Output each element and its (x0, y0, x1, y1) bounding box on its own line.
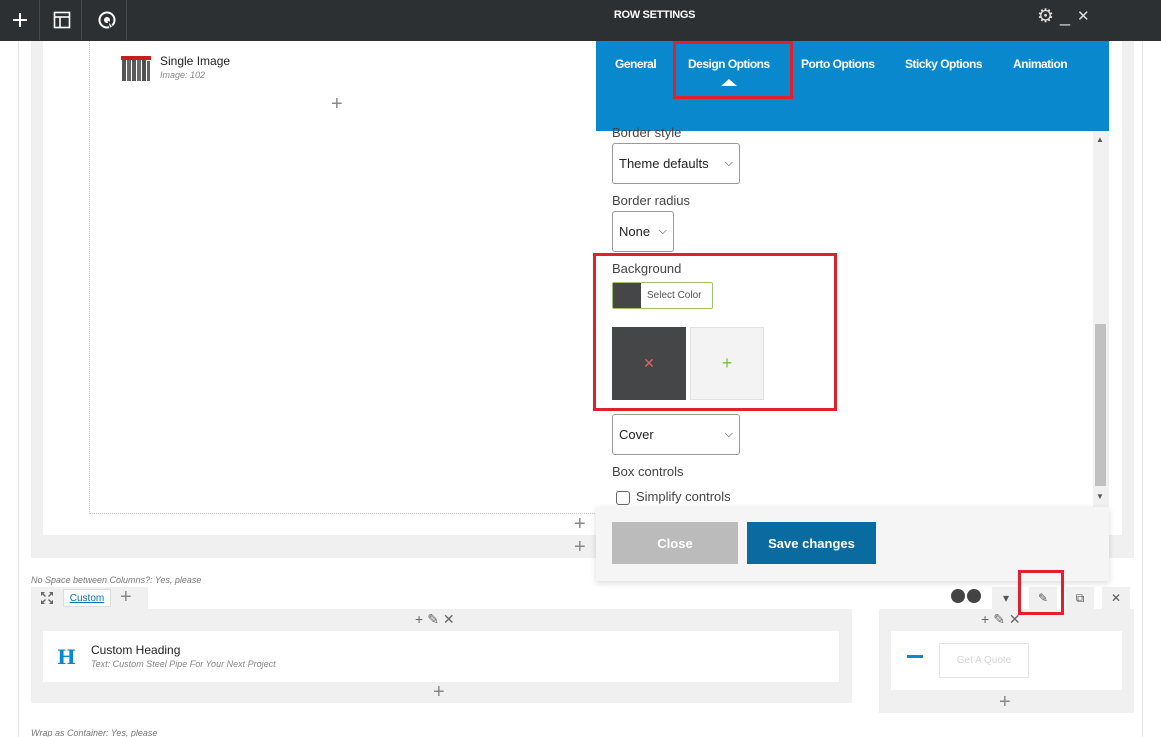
row-note: No Space between Columns?: Yes, please (31, 575, 202, 585)
get-a-quote-button[interactable]: Get A Quote (939, 643, 1029, 678)
close-icon[interactable]: ✕ (443, 611, 455, 628)
column-layout-button[interactable]: Custom (63, 589, 111, 607)
add-element-plus-icon[interactable]: + (574, 514, 586, 534)
column-controls: + ✎ ✕ (981, 611, 1021, 628)
highlight-edit-row (1018, 570, 1064, 615)
border-style-select[interactable]: Theme defaults ⌵ (612, 143, 740, 184)
save-changes-button[interactable]: Save changes (747, 522, 876, 564)
scrollbar-thumb[interactable] (1095, 324, 1106, 486)
border-style-value: Theme defaults (619, 156, 709, 171)
column-controls: + ✎ ✕ (415, 611, 455, 628)
close-button[interactable]: Close (612, 522, 738, 564)
porto-studio-icon[interactable] (87, 0, 127, 40)
gear-icon[interactable]: ⚙ (1037, 5, 1054, 28)
highlight-design-options (673, 41, 793, 99)
scroll-down-icon[interactable]: ▼ (1096, 492, 1104, 501)
chevron-down-icon: ⌵ (724, 428, 733, 440)
minus-icon (907, 655, 923, 658)
border-radius-label: Border radius (612, 193, 691, 208)
modal-title: ROW SETTINGS (613, 9, 696, 21)
chevron-down-icon[interactable]: ▾ (992, 587, 1020, 609)
scroll-up-icon[interactable]: ▲ (1096, 135, 1104, 144)
border-radius-value: None (619, 224, 651, 239)
background-size-value: Cover (619, 427, 654, 442)
background-size-select[interactable]: Cover ⌵ (612, 414, 740, 455)
tab-porto-options[interactable]: Porto Options (801, 57, 875, 71)
single-image-thumbnail[interactable] (121, 53, 151, 81)
edit-icon[interactable]: ✎ (993, 611, 1005, 628)
chevron-down-icon: ⌵ (724, 157, 733, 169)
heading-h-icon: H (57, 645, 76, 669)
minimize-icon[interactable]: _ (1060, 6, 1070, 27)
simplify-controls-checkbox[interactable] (616, 491, 630, 505)
add-element-icon[interactable] (0, 0, 40, 40)
clone-row-icon[interactable]: ⧉ (1066, 587, 1094, 609)
page-border-right (1142, 41, 1143, 737)
column-dots-icon[interactable] (951, 589, 981, 603)
add-element-plus-icon[interactable]: + (331, 94, 343, 114)
add-icon[interactable]: + (415, 611, 423, 628)
add-element-plus-icon[interactable]: + (433, 682, 445, 702)
page-border-left (18, 41, 19, 737)
row-note: Wrap as Container: Yes, please (31, 728, 158, 737)
column-guide-left (89, 41, 90, 514)
top-toolbar (0, 0, 1161, 41)
add-element-plus-icon[interactable]: + (999, 692, 1011, 712)
add-icon[interactable]: + (981, 611, 989, 628)
templates-icon[interactable] (42, 0, 82, 40)
border-radius-select[interactable]: None ⌵ (612, 211, 674, 252)
simplify-controls-label: Simplify controls (636, 489, 731, 504)
chevron-down-icon: ⌵ (658, 225, 667, 237)
tab-general[interactable]: General (615, 57, 657, 71)
add-column-plus-icon[interactable]: + (574, 537, 586, 557)
add-column-plus-icon[interactable]: + (120, 587, 132, 607)
move-row-icon[interactable] (39, 590, 55, 606)
box-controls-label: Box controls (612, 464, 684, 479)
edit-icon[interactable]: ✎ (427, 611, 439, 628)
column-layout-label: Custom (69, 592, 105, 604)
border-style-label: Border style (612, 125, 682, 140)
close-icon[interactable]: ✕ (1077, 7, 1090, 25)
tab-sticky-options[interactable]: Sticky Options (905, 57, 983, 71)
delete-row-icon[interactable]: ✕ (1102, 587, 1130, 609)
highlight-background (593, 253, 837, 411)
custom-heading-title: Custom Heading (91, 643, 181, 657)
tab-animation[interactable]: Animation (1013, 57, 1068, 71)
single-image-subtitle: Image: 102 (160, 70, 206, 80)
custom-heading-subtitle: Text: Custom Steel Pipe For Your Next Pr… (91, 659, 276, 669)
single-image-title: Single Image (160, 54, 231, 68)
